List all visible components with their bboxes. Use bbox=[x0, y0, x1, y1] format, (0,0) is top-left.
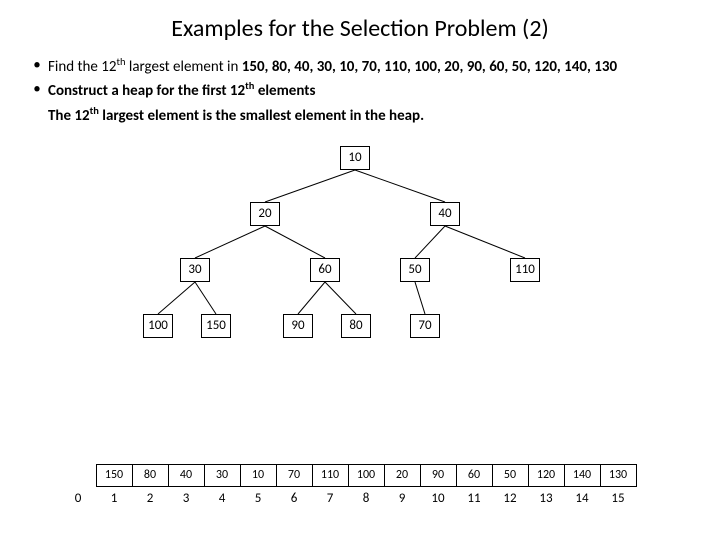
b3-sup: th bbox=[90, 104, 99, 117]
bullet-1: • Find the 12th largest element in 150, … bbox=[26, 55, 694, 77]
array-cell: 90 bbox=[420, 464, 456, 486]
array-cell: 80 bbox=[132, 464, 168, 486]
tree-edges bbox=[0, 136, 720, 376]
b2-post: elements bbox=[254, 82, 315, 100]
array-cell: 150 bbox=[96, 464, 132, 486]
heap-tree: 10 20 40 30 60 50 110 100 150 90 80 70 bbox=[0, 136, 720, 376]
array-cells-row: 150 80 40 30 10 70 110 100 20 90 60 50 1… bbox=[60, 464, 636, 486]
heap-node: 150 bbox=[201, 314, 231, 338]
array-empty-cell bbox=[60, 464, 96, 486]
heap-node: 70 bbox=[410, 314, 440, 338]
array-cell: 30 bbox=[204, 464, 240, 486]
array-index: 1 bbox=[96, 486, 132, 508]
bullet-dot-empty bbox=[26, 104, 48, 126]
b2-pre: Construct a heap for the first 12 bbox=[48, 82, 245, 100]
bullet-2: • Construct a heap for the first 12th el… bbox=[26, 79, 694, 101]
array-index: 11 bbox=[456, 486, 492, 508]
array-index: 9 bbox=[384, 486, 420, 508]
array-index: 4 bbox=[204, 486, 240, 508]
bullet-dot: • bbox=[26, 79, 48, 101]
heap-node: 100 bbox=[143, 314, 173, 338]
array-index: 3 bbox=[168, 486, 204, 508]
heap-node: 110 bbox=[510, 258, 540, 282]
array-cell: 140 bbox=[564, 464, 600, 486]
bullet-3: The 12th largest element is the smallest… bbox=[26, 104, 694, 126]
array-index: 13 bbox=[528, 486, 564, 508]
heap-node: 60 bbox=[310, 258, 340, 282]
bullet-1-text: Find the 12th largest element in 150, 80… bbox=[48, 55, 694, 77]
array-index: 15 bbox=[600, 486, 636, 508]
array-cell: 100 bbox=[348, 464, 384, 486]
heap-node: 20 bbox=[250, 202, 280, 226]
array-index: 7 bbox=[312, 486, 348, 508]
array-cell: 20 bbox=[384, 464, 420, 486]
b1-sup: th bbox=[116, 55, 125, 68]
b3-pre: The 12 bbox=[48, 107, 90, 125]
array-index: 10 bbox=[420, 486, 456, 508]
heap-node: 50 bbox=[400, 258, 430, 282]
array-cell: 110 bbox=[312, 464, 348, 486]
bullet-dot: • bbox=[26, 55, 48, 77]
array-index: 8 bbox=[348, 486, 384, 508]
array-index: 14 bbox=[564, 486, 600, 508]
array-cell: 70 bbox=[276, 464, 312, 486]
array-index-row: 0 1 2 3 4 5 6 7 8 9 10 11 12 13 14 15 bbox=[60, 486, 636, 508]
array-block: 150 80 40 30 10 70 110 100 20 90 60 50 1… bbox=[60, 464, 637, 509]
array-cell: 10 bbox=[240, 464, 276, 486]
b1-list: 150, 80, 40, 30, 10, 70, 110, 100, 20, 9… bbox=[242, 58, 617, 76]
heap-node: 90 bbox=[283, 314, 313, 338]
b1-post: largest element in bbox=[126, 58, 242, 76]
bullet-2-text: Construct a heap for the first 12th elem… bbox=[48, 79, 694, 101]
array-cell: 60 bbox=[456, 464, 492, 486]
b3-post: largest element is the smallest element … bbox=[99, 107, 424, 125]
heap-node: 30 bbox=[180, 258, 210, 282]
bullet-3-text: The 12th largest element is the smallest… bbox=[48, 104, 694, 126]
array-cell: 130 bbox=[600, 464, 636, 486]
bullet-list: • Find the 12th largest element in 150, … bbox=[26, 55, 694, 126]
array-index: 5 bbox=[240, 486, 276, 508]
array-cell: 120 bbox=[528, 464, 564, 486]
array-cell: 40 bbox=[168, 464, 204, 486]
heap-node: 40 bbox=[430, 202, 460, 226]
page-title: Examples for the Selection Problem (2) bbox=[0, 14, 720, 43]
heap-node: 80 bbox=[341, 314, 371, 338]
array-cell: 50 bbox=[492, 464, 528, 486]
b1-pre: Find the 12 bbox=[48, 58, 116, 76]
array-index: 6 bbox=[276, 486, 312, 508]
array-table: 150 80 40 30 10 70 110 100 20 90 60 50 1… bbox=[60, 464, 637, 509]
array-index: 0 bbox=[60, 486, 96, 508]
array-index: 2 bbox=[132, 486, 168, 508]
array-index: 12 bbox=[492, 486, 528, 508]
heap-node: 10 bbox=[340, 146, 370, 170]
